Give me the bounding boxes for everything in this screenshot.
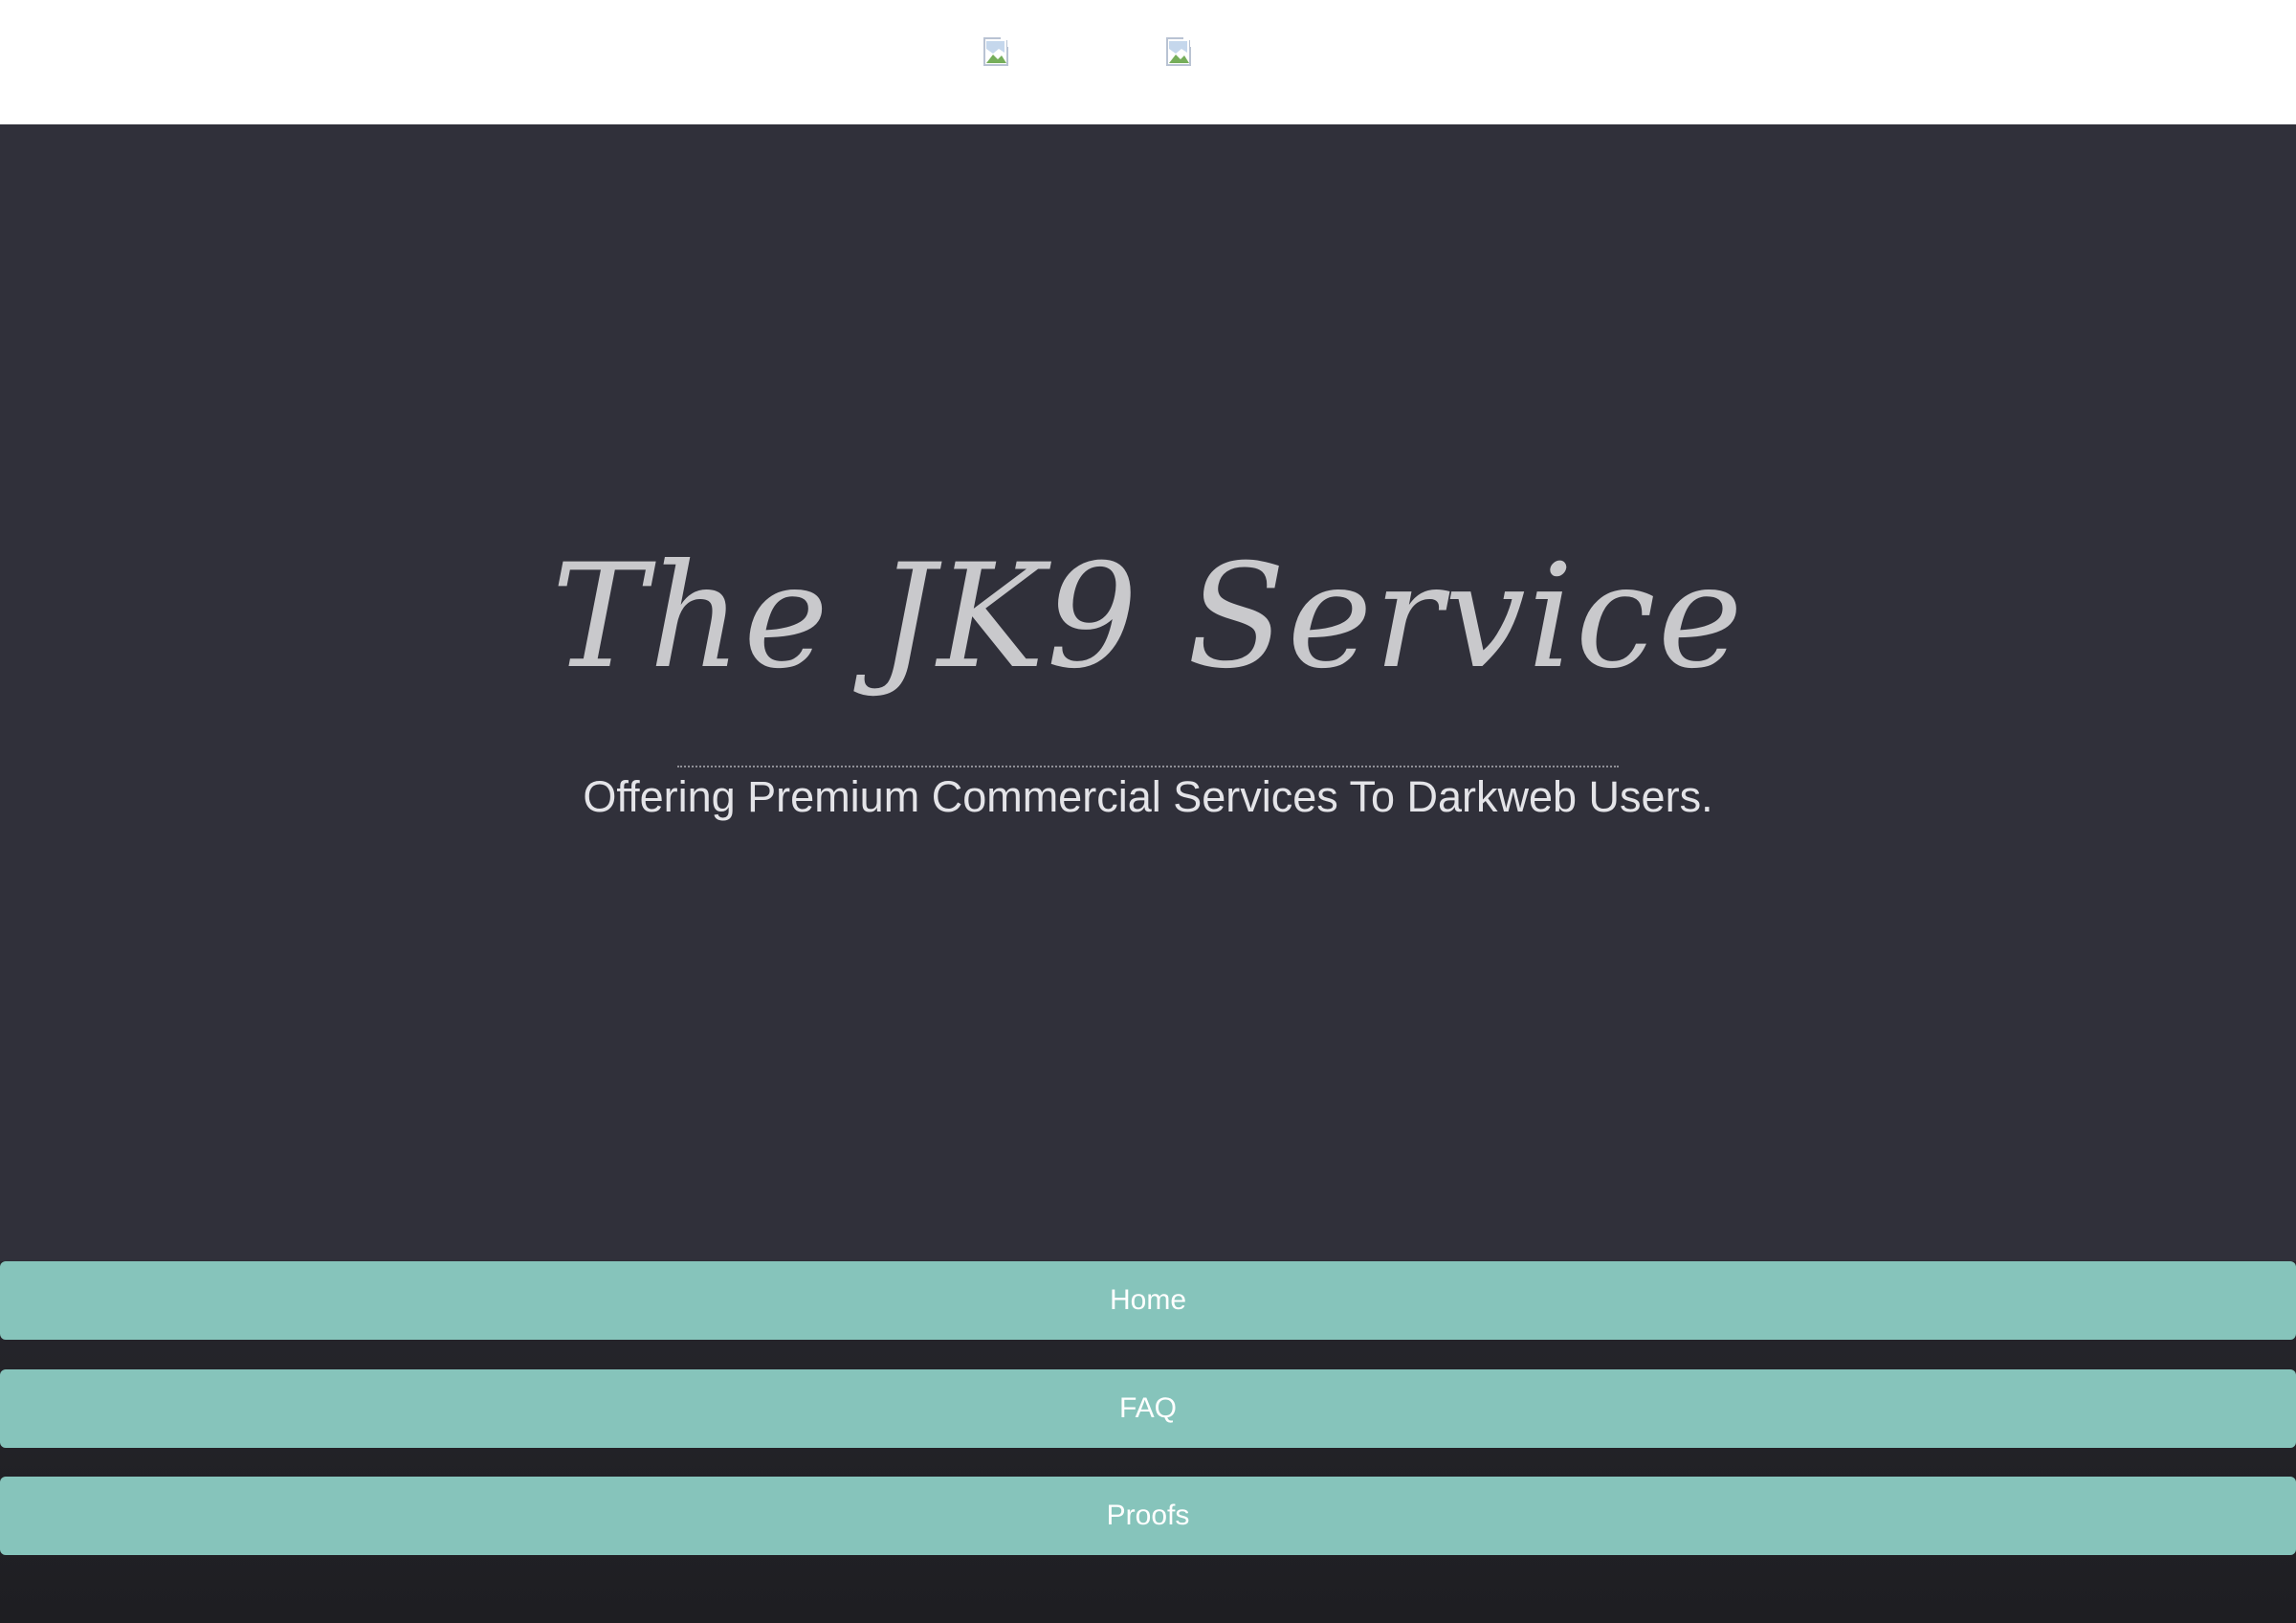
header-bar [0, 0, 2296, 124]
broken-image-icon[interactable] [983, 37, 1016, 70]
broken-image-icon[interactable] [1166, 37, 1199, 70]
title-divider [677, 766, 1619, 767]
hero-section: The JK9 Service Offering Premium Commerc… [0, 124, 2296, 1261]
proofs-button[interactable]: Proofs [0, 1477, 2296, 1555]
home-button[interactable]: Home [0, 1261, 2296, 1340]
nav-menu: Home FAQ Proofs [0, 1261, 2296, 1623]
page-subtitle: Offering Premium Commercial Services To … [583, 772, 1713, 821]
page-title: The JK9 Service [551, 534, 1745, 700]
faq-button[interactable]: FAQ [0, 1369, 2296, 1448]
